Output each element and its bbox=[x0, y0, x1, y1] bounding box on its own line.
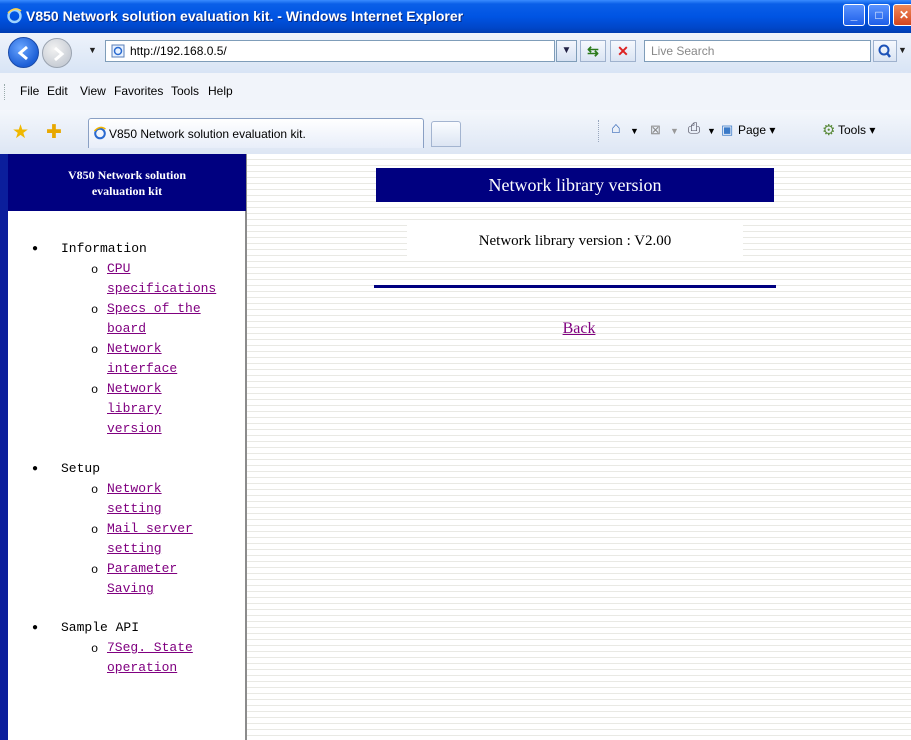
search-input[interactable]: Live Search bbox=[644, 40, 871, 62]
minimize-icon: _ bbox=[850, 8, 858, 22]
feeds-dropdown-icon[interactable]: ▼ bbox=[670, 126, 679, 136]
section-sample-api: Sample API bbox=[61, 620, 140, 635]
new-tab-button[interactable] bbox=[431, 121, 461, 147]
sidebar-header-line2: evaluation kit bbox=[91, 184, 163, 198]
page-title: Network library version bbox=[376, 168, 774, 202]
close-icon: ✕ bbox=[898, 8, 910, 22]
gear-icon: ⚙ bbox=[822, 122, 836, 139]
chevron-down-icon: ▼ bbox=[561, 45, 572, 56]
menu-tools[interactable]: Tools bbox=[171, 84, 199, 98]
sidebar-header-line1: V850 Network solution bbox=[67, 168, 186, 182]
tab-label: V850 Network solution evaluation kit. bbox=[109, 127, 306, 141]
menu-help[interactable]: Help bbox=[208, 84, 233, 98]
forward-button[interactable] bbox=[42, 38, 72, 68]
print-icon[interactable]: ⎙ bbox=[688, 120, 700, 137]
link-text[interactable]: operation bbox=[107, 660, 177, 675]
window-title: V850 Network solution evaluation kit. - … bbox=[26, 8, 464, 24]
circle-bullet-icon: o bbox=[91, 523, 99, 537]
circle-bullet-icon: o bbox=[91, 383, 99, 397]
menu-bar: File Edit View Favorites Tools Help bbox=[0, 73, 911, 111]
link-text[interactable]: setting bbox=[107, 501, 162, 516]
tab-current[interactable]: V850 Network solution evaluation kit. bbox=[88, 118, 424, 148]
bullet-icon: ● bbox=[32, 464, 39, 475]
address-input[interactable]: http://192.168.0.5/ bbox=[105, 40, 555, 62]
search-icon bbox=[878, 44, 891, 58]
address-toolbar: ▼ http://192.168.0.5/ ▼ ⇆ ✕ Live Search … bbox=[0, 33, 911, 74]
sidebar-header: V850 Network solution evaluation kit bbox=[8, 154, 246, 211]
link-text[interactable]: Mail server bbox=[107, 521, 193, 536]
section-setup: Setup bbox=[61, 461, 101, 476]
home-dropdown-icon[interactable]: ▼ bbox=[630, 126, 639, 136]
sidebar: V850 Network solution evaluation kit ● I… bbox=[0, 154, 247, 740]
stop-icon: ✕ bbox=[617, 43, 629, 59]
link-text[interactable]: Network bbox=[107, 481, 162, 496]
history-dropdown-icon[interactable]: ▼ bbox=[88, 45, 97, 55]
divider bbox=[374, 285, 776, 288]
maximize-icon: □ bbox=[875, 8, 883, 22]
circle-bullet-icon: o bbox=[91, 343, 99, 357]
forward-arrow-icon bbox=[54, 46, 65, 62]
link-text[interactable]: Parameter bbox=[107, 561, 177, 576]
bullet-icon: ● bbox=[32, 244, 39, 255]
main-frame: Network library version Network library … bbox=[247, 154, 911, 740]
address-dropdown-button[interactable]: ▼ bbox=[556, 40, 577, 62]
page-menu-button[interactable]: Page ▾ bbox=[738, 123, 775, 137]
page-icon: ▣ bbox=[721, 122, 734, 137]
page-icon bbox=[111, 44, 125, 58]
search-dropdown-icon[interactable]: ▼ bbox=[898, 45, 907, 55]
back-link[interactable]: Back bbox=[563, 320, 596, 337]
tab-bar: ★ ✚ V850 Network solution evaluation kit… bbox=[0, 110, 911, 155]
window-title-bar[interactable]: V850 Network solution evaluation kit. - … bbox=[0, 0, 911, 33]
home-icon[interactable]: ⌂ bbox=[611, 120, 621, 138]
maximize-button[interactable]: □ bbox=[868, 4, 890, 26]
toolbar-separator bbox=[598, 120, 599, 142]
back-arrow-icon bbox=[17, 45, 28, 61]
circle-bullet-icon: o bbox=[91, 642, 99, 656]
circle-bullet-icon: o bbox=[91, 263, 99, 277]
refresh-icon: ⇆ bbox=[587, 43, 599, 59]
link-text[interactable]: version bbox=[107, 421, 162, 436]
internet-explorer-icon bbox=[93, 126, 106, 140]
stop-button[interactable]: ✕ bbox=[610, 40, 636, 62]
link-text[interactable]: 7Seg. State bbox=[107, 640, 193, 655]
print-dropdown-icon[interactable]: ▼ bbox=[707, 126, 716, 136]
link-text[interactable]: interface bbox=[107, 361, 177, 376]
link-text[interactable]: CPU bbox=[107, 261, 130, 276]
search-button[interactable] bbox=[873, 40, 897, 62]
menu-view[interactable]: View bbox=[80, 84, 106, 98]
version-text: Network library version : V2.00 bbox=[407, 222, 743, 256]
link-text[interactable]: board bbox=[107, 321, 146, 336]
refresh-button[interactable]: ⇆ bbox=[580, 40, 606, 62]
link-text[interactable]: Saving bbox=[107, 581, 154, 596]
circle-bullet-icon: o bbox=[91, 563, 99, 577]
link-text[interactable]: Network bbox=[107, 341, 162, 356]
minimize-button[interactable]: _ bbox=[843, 4, 865, 26]
bullet-icon: ● bbox=[32, 623, 39, 634]
search-placeholder: Live Search bbox=[651, 44, 715, 58]
menu-file[interactable]: File bbox=[20, 84, 39, 98]
internet-explorer-icon bbox=[7, 8, 22, 24]
back-link-row: Back bbox=[247, 320, 911, 338]
link-text[interactable]: specifications bbox=[107, 281, 216, 296]
link-text[interactable]: Network bbox=[107, 381, 162, 396]
link-text[interactable]: library bbox=[107, 401, 162, 416]
toolbar-grip bbox=[4, 84, 5, 100]
link-text[interactable]: setting bbox=[107, 541, 162, 556]
close-button[interactable]: ✕ bbox=[893, 4, 911, 26]
back-button[interactable] bbox=[8, 37, 39, 68]
page-content: V850 Network solution evaluation kit ● I… bbox=[0, 154, 911, 740]
tools-menu-button[interactable]: Tools ▾ bbox=[838, 123, 875, 137]
circle-bullet-icon: o bbox=[91, 303, 99, 317]
menu-edit[interactable]: Edit bbox=[47, 84, 68, 98]
circle-bullet-icon: o bbox=[91, 483, 99, 497]
link-text[interactable]: Specs of the bbox=[107, 301, 201, 316]
favorites-center-icon[interactable]: ★ bbox=[12, 121, 29, 144]
feeds-icon[interactable]: ⊠ bbox=[650, 122, 661, 138]
url-text: http://192.168.0.5/ bbox=[130, 44, 227, 58]
section-information: Information bbox=[61, 241, 147, 256]
add-favorites-icon[interactable]: ✚ bbox=[46, 121, 62, 144]
menu-favorites[interactable]: Favorites bbox=[114, 84, 163, 98]
